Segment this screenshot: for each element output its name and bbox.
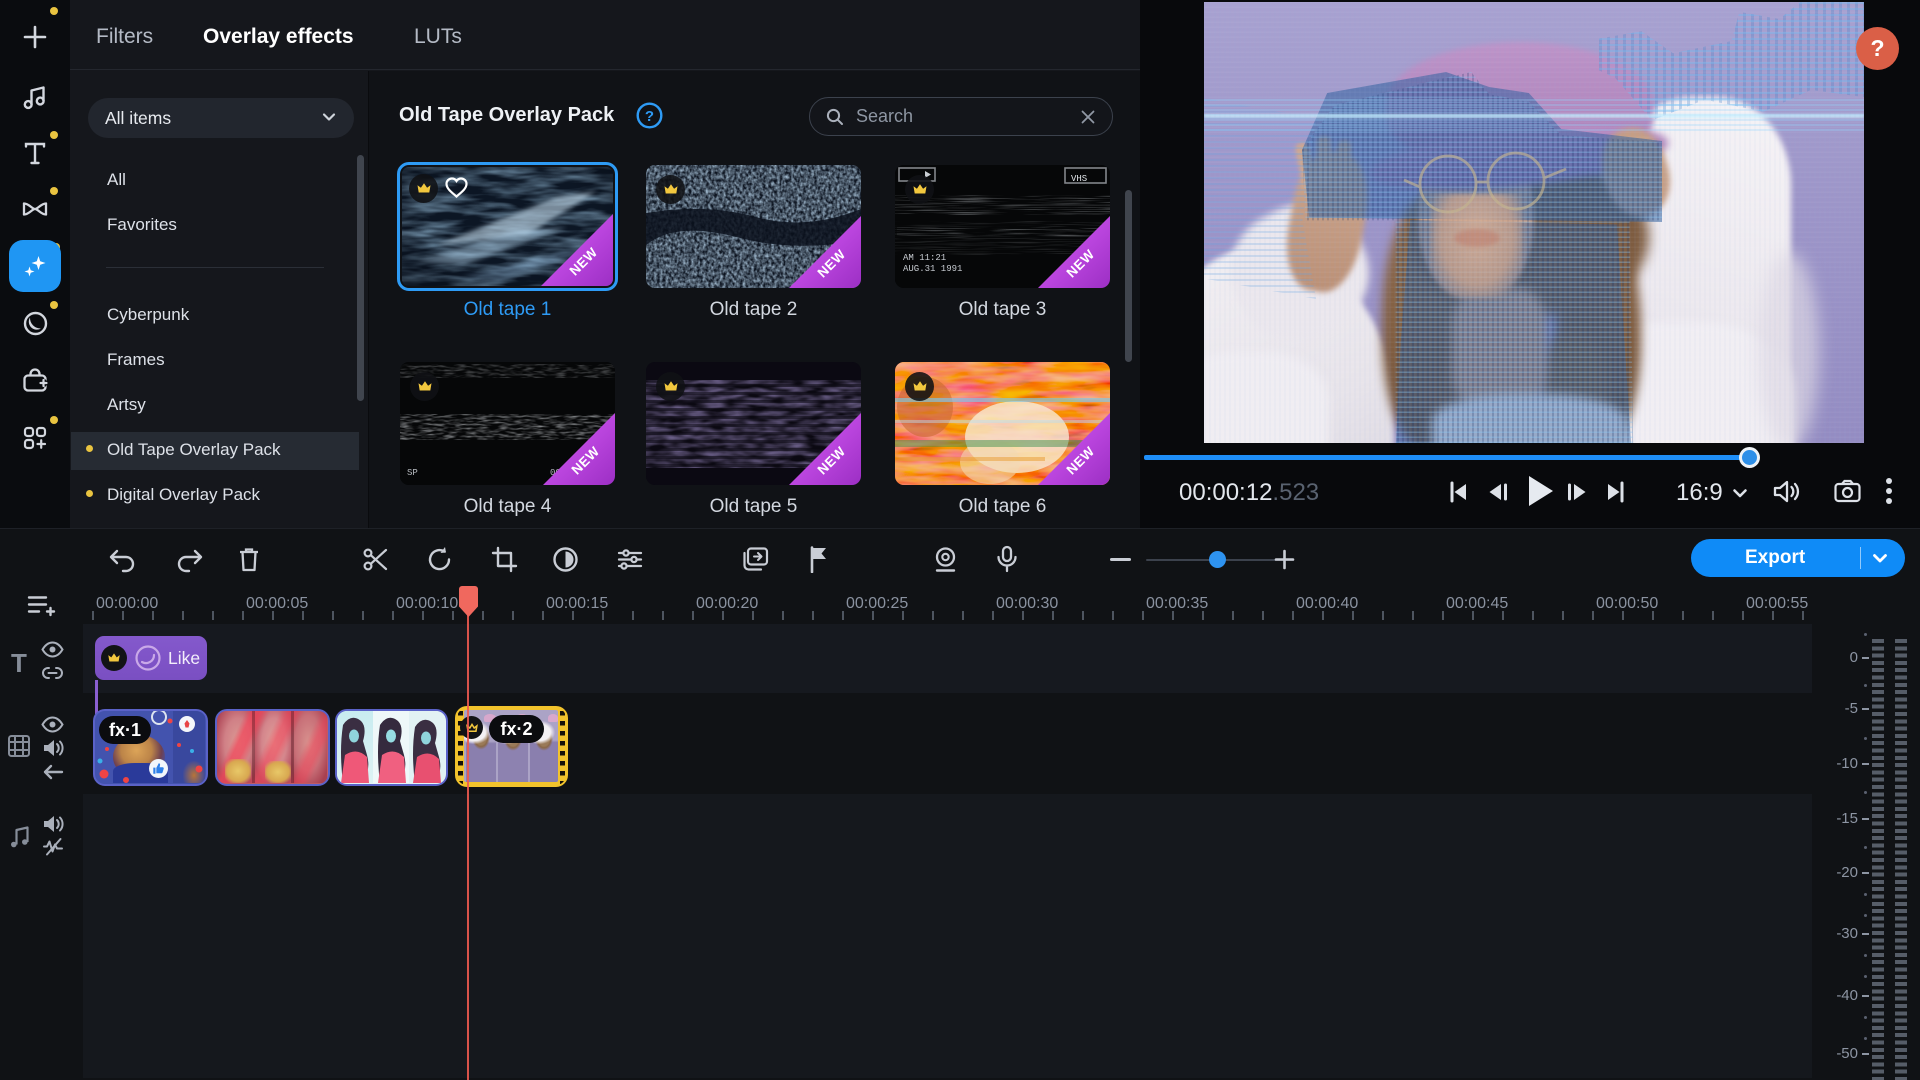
svg-text:?: ? bbox=[645, 108, 654, 125]
svg-text:AM 11:21: AM 11:21 bbox=[903, 253, 946, 263]
svg-text:SP: SP bbox=[407, 468, 418, 478]
svg-text:VHS: VHS bbox=[1071, 174, 1087, 184]
svg-text:AUG.31 1991: AUG.31 1991 bbox=[903, 264, 962, 274]
